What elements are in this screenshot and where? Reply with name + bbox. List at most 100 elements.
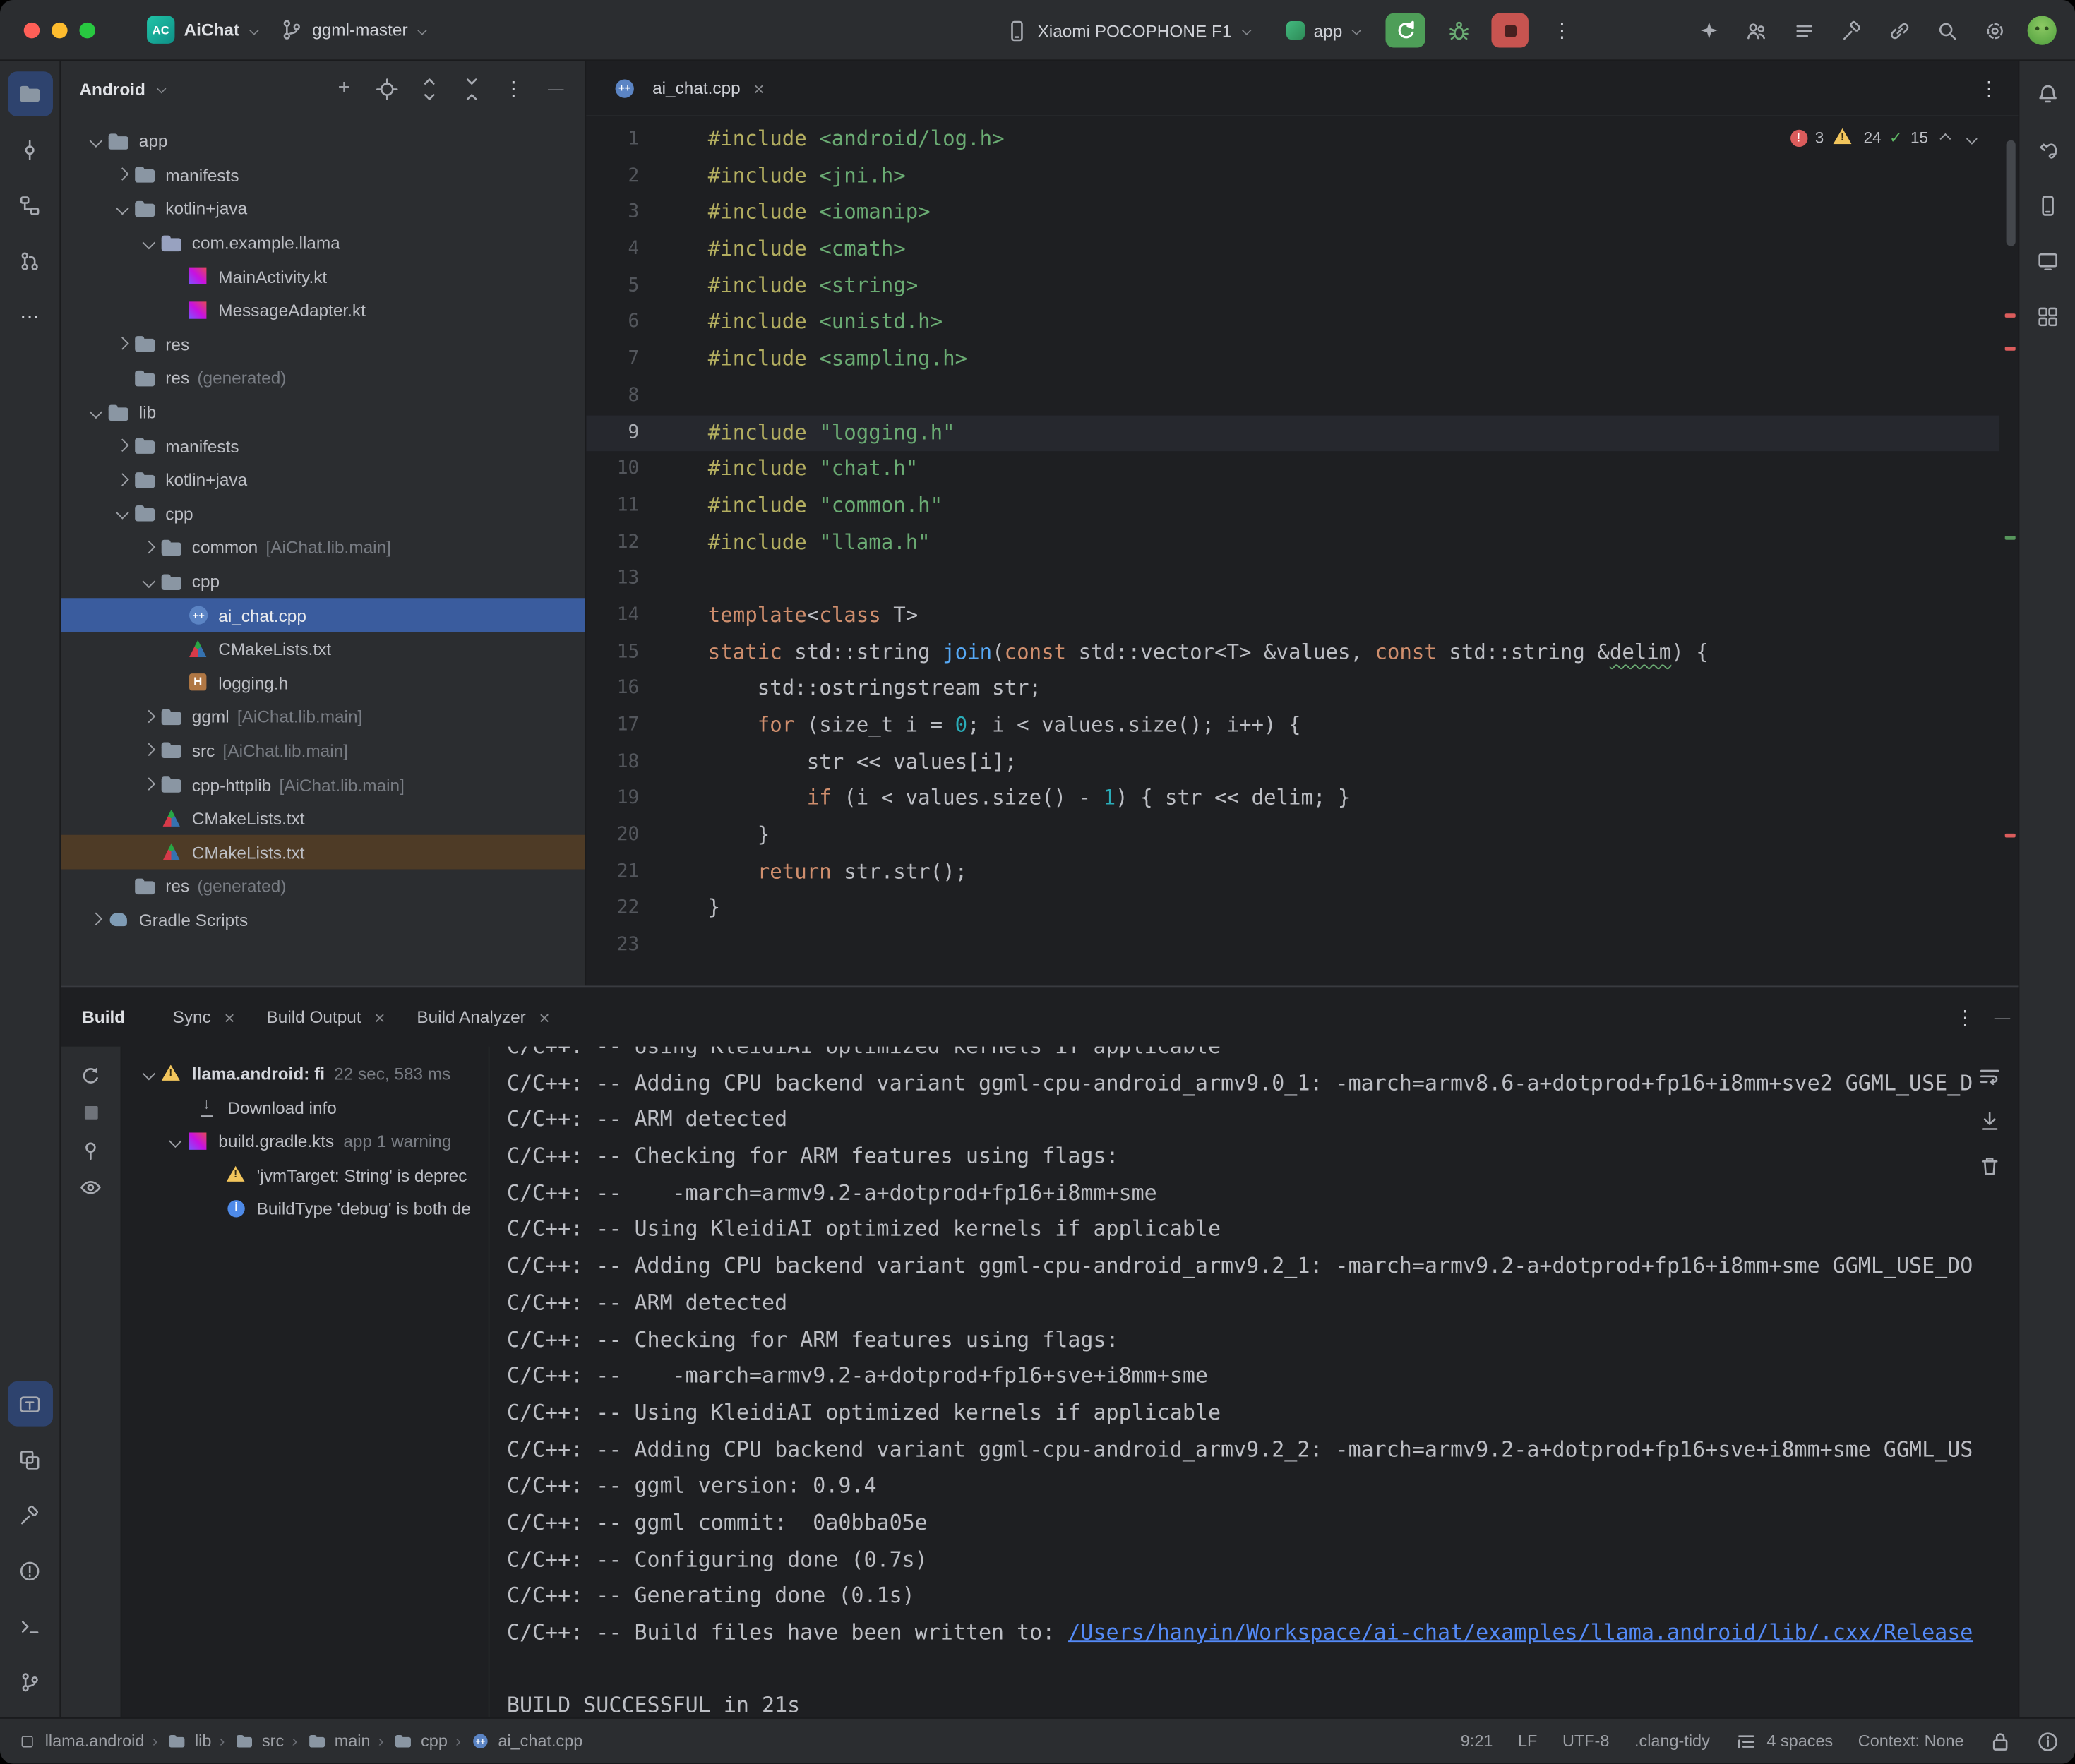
analyzer-status[interactable]: .clang-tidy	[1634, 1732, 1710, 1751]
build-tree-item-build-gradle-kts[interactable]: build.gradle.ktsapp 1 warning	[121, 1124, 488, 1158]
code-with-me-button[interactable]	[1736, 11, 1776, 50]
build-tree-item-jvmtarget-string-is-deprec[interactable]: 'jvmTarget: String' is deprec	[121, 1158, 488, 1192]
filter-messages-button[interactable]	[72, 1168, 109, 1205]
soft-wrap-button[interactable]	[1971, 1057, 2007, 1094]
tree-item-manifests[interactable]: manifests	[61, 429, 585, 463]
settings-button[interactable]	[1975, 11, 2014, 50]
device-pairing-button[interactable]	[1879, 11, 1919, 50]
code-line-1[interactable]: 1#include <android/log.h>	[586, 121, 1999, 158]
hide-build-panel-button[interactable]	[1986, 1001, 2018, 1033]
app-inspection-tool-button[interactable]	[7, 1437, 52, 1482]
tree-item-kotlin-java[interactable]: kotlin+java	[61, 463, 585, 497]
indent-size[interactable]: 4 spaces	[1766, 1732, 1833, 1751]
console-link[interactable]: /Users/hanyin/Workspace/ai-chat/examples…	[1068, 1619, 1973, 1645]
code-line-5[interactable]: 5#include <string>	[586, 268, 1999, 305]
breadcrumb-ai-chat-cpp[interactable]: ai_chat.cpp	[469, 1731, 582, 1752]
debug-button[interactable]	[1439, 11, 1478, 50]
pin-tab-button[interactable]	[72, 1132, 109, 1168]
search-everywhere-button[interactable]	[1927, 11, 1966, 50]
chevron-down-icon[interactable]	[85, 131, 107, 152]
chevron-down-icon[interactable]	[138, 232, 160, 253]
logcat-tool-button[interactable]	[7, 1381, 52, 1427]
project-options-button[interactable]	[498, 73, 530, 104]
code-line-20[interactable]: 20 }	[586, 817, 1999, 854]
build-tools-button[interactable]	[1831, 11, 1871, 50]
breadcrumb-llama-android[interactable]: llama.android	[16, 1731, 144, 1752]
file-encoding[interactable]: UTF-8	[1562, 1732, 1609, 1751]
expand-all-button[interactable]	[413, 73, 445, 104]
code-line-7[interactable]: 7#include <sampling.h>	[586, 342, 1999, 378]
run-button[interactable]	[1386, 13, 1425, 48]
tree-item-ggml[interactable]: ggml[AiChat.lib.main]	[61, 700, 585, 734]
minimize-window-button[interactable]	[52, 22, 67, 37]
tree-item-cpp[interactable]: cpp	[61, 565, 585, 599]
code-context[interactable]: Context: None	[1858, 1732, 1964, 1751]
zoom-window-button[interactable]	[79, 22, 95, 37]
tree-item-kotlin-java[interactable]: kotlin+java	[61, 192, 585, 226]
tree-item-cpp-httplib[interactable]: cpp-httplib[AiChat.lib.main]	[61, 768, 585, 802]
ai-assistant-button[interactable]	[1689, 11, 1728, 50]
stop-button[interactable]	[1492, 13, 1529, 48]
profile-button[interactable]	[2022, 11, 2062, 50]
code-line-10[interactable]: 10#include "chat.h"	[586, 452, 1999, 488]
more-run-actions-button[interactable]	[1542, 11, 1581, 50]
scrollbar-error-mark[interactable]	[2005, 834, 2016, 838]
chevron-right-icon[interactable]	[111, 436, 133, 457]
caret-position[interactable]: 9:21	[1461, 1732, 1493, 1751]
scroll-to-end-button[interactable]	[1971, 1102, 2007, 1139]
tree-item-src[interactable]: src[AiChat.lib.main]	[61, 734, 585, 768]
tree-item-messageadapter-kt[interactable]: MessageAdapter.kt	[61, 294, 585, 328]
scrollbar-ok-mark[interactable]	[2005, 536, 2016, 540]
clear-console-button[interactable]	[1971, 1147, 2007, 1184]
tree-item-logging-h[interactable]: logging.h	[61, 666, 585, 700]
problems-tool-button[interactable]	[7, 1548, 52, 1593]
inspection-widget[interactable]: ! 3 24 ✓ 15	[1790, 127, 1981, 148]
device-selector[interactable]: Xiaomi POCOPHONE F1	[995, 14, 1262, 47]
structure-tool-button[interactable]	[7, 183, 52, 228]
tree-item-common[interactable]: common[AiChat.lib.main]	[61, 531, 585, 565]
task-list-button[interactable]	[1784, 11, 1824, 50]
code-line-15[interactable]: 15static std::string join(const std::vec…	[586, 635, 1999, 671]
tree-item-res[interactable]: res(generated)	[61, 870, 585, 904]
tree-item-manifests[interactable]: manifests	[61, 158, 585, 192]
tree-item-ai-chat-cpp[interactable]: ai_chat.cpp	[61, 599, 585, 632]
breadcrumb-src[interactable]: src	[233, 1731, 284, 1752]
chevron-down-icon[interactable]	[111, 503, 133, 524]
build-tree-item-llama-android-fi[interactable]: llama.android: fi22 sec, 583 ms	[121, 1057, 488, 1091]
close-window-button[interactable]	[24, 22, 40, 37]
build-tool-button[interactable]	[7, 1492, 52, 1537]
chevron-down-icon[interactable]	[111, 198, 133, 220]
chevron-right-icon[interactable]	[138, 740, 160, 762]
code-line-3[interactable]: 3#include <iomanip>	[586, 195, 1999, 232]
code-line-18[interactable]: 18 str << values[i];	[586, 745, 1999, 781]
build-tab-sync[interactable]: Sync	[160, 987, 253, 1046]
more-tool-windows-button[interactable]	[7, 294, 52, 339]
project-selector[interactable]: AC AiChat	[136, 11, 270, 49]
code-line-8[interactable]: 8	[586, 378, 1999, 415]
run-configuration-selector[interactable]: app	[1275, 16, 1373, 46]
gradle-tool-button[interactable]	[2025, 127, 2070, 172]
scrollbar-error-mark[interactable]	[2005, 313, 2016, 318]
tree-item-res[interactable]: res(generated)	[61, 361, 585, 395]
code-line-6[interactable]: 6#include <unistd.h>	[586, 305, 1999, 342]
running-devices-button[interactable]	[2025, 238, 2070, 283]
breadcrumb-cpp[interactable]: cpp	[392, 1731, 448, 1752]
breadcrumb-lib[interactable]: lib	[166, 1731, 212, 1752]
build-panel-title[interactable]: Build	[82, 1007, 125, 1026]
line-separator[interactable]: LF	[1518, 1732, 1537, 1751]
code-line-11[interactable]: 11#include "common.h"	[586, 488, 1999, 524]
code-line-13[interactable]: 13	[586, 561, 1999, 598]
lock-icon[interactable]	[1989, 1730, 2011, 1753]
info-icon[interactable]	[2037, 1730, 2059, 1753]
build-console[interactable]: C/C++: -- Using KleidiAI optimized kerne…	[491, 1047, 2018, 1717]
chevron-right-icon[interactable]	[85, 910, 107, 931]
close-tab-icon[interactable]	[534, 1006, 555, 1027]
chevron-right-icon[interactable]	[111, 164, 133, 186]
close-tab-icon[interactable]	[219, 1006, 240, 1027]
tree-item-gradle-scripts[interactable]: Gradle Scripts	[61, 904, 585, 937]
chevron-down-icon[interactable]	[138, 571, 160, 592]
code-line-17[interactable]: 17 for (size_t i = 0; i < values.size();…	[586, 708, 1999, 745]
editor-options-button[interactable]	[1973, 72, 2005, 104]
project-tool-button[interactable]	[7, 71, 52, 116]
close-tab-icon[interactable]	[748, 78, 770, 99]
